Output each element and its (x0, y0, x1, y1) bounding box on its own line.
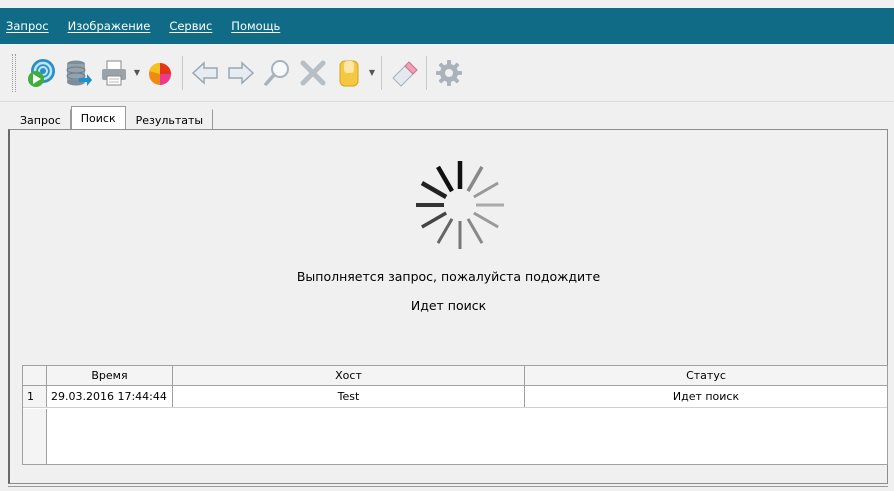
database-icon (66, 60, 92, 86)
toolbar-separator (381, 55, 382, 90)
search-icon (264, 59, 289, 86)
run-query-icon (28, 58, 55, 87)
tab-search[interactable]: Поиск (70, 106, 126, 130)
toolbar-grip[interactable] (12, 53, 16, 92)
row-number-header (23, 366, 47, 385)
menu-query[interactable]: Запрос (6, 19, 49, 33)
database-button[interactable] (60, 53, 96, 93)
clipboard-icon (339, 60, 359, 86)
back-button[interactable] (187, 53, 223, 93)
eraser-button[interactable] (386, 53, 422, 93)
tab-query[interactable]: Запрос (10, 109, 71, 130)
print-icon (102, 60, 126, 85)
find-button[interactable] (259, 53, 295, 93)
clipboard-button[interactable] (331, 53, 367, 93)
eraser-icon (392, 60, 418, 87)
cell-status: Идет поиск (672, 390, 740, 403)
status-message: Выполняется запрос, пожалуйста подождите (296, 269, 601, 284)
print-dropdown-arrow[interactable]: ▼ (132, 53, 142, 93)
search-panel: Выполняется запрос, пожалуйста подождите… (8, 129, 888, 484)
gear-icon (436, 59, 462, 86)
forward-arrow-icon (228, 60, 255, 85)
settings-button[interactable] (431, 53, 467, 93)
toolbar: ▼ ▼ (0, 44, 894, 102)
menu-image[interactable]: Изображение (68, 19, 151, 33)
forward-button[interactable] (223, 53, 259, 93)
cell-host: Test (173, 386, 525, 407)
tab-strip: Запрос Поиск Результаты (10, 106, 214, 130)
menu-bar: Запрос Изображение Сервис Помощь (0, 8, 894, 44)
column-header-status[interactable]: Статус (525, 366, 887, 385)
table-row[interactable]: 1 29.03.2016 17:44:44 Test Идет поиск (23, 386, 887, 408)
tab-results[interactable]: Результаты (126, 109, 214, 130)
table-header: Время Хост Статус (23, 366, 887, 386)
row-header-fill (23, 409, 47, 464)
cell-time: 29.03.2016 17:44:44 (47, 386, 173, 407)
status-state: Идет поиск (410, 298, 487, 313)
column-header-host[interactable]: Хост (173, 366, 525, 385)
column-header-time[interactable]: Время (47, 366, 173, 385)
results-table[interactable]: Время Хост Статус 1 29.03.2016 17:44:44 … (22, 365, 888, 465)
toolbar-separator (426, 55, 427, 90)
chart-button[interactable] (142, 53, 178, 93)
back-arrow-icon (191, 60, 218, 85)
stop-button[interactable] (295, 53, 331, 93)
run-query-button[interactable] (24, 53, 60, 93)
row-number: 1 (23, 386, 47, 407)
toolbar-separator (182, 55, 183, 90)
pie-chart-icon (149, 62, 171, 85)
window-bottom-border (8, 486, 888, 487)
menu-help[interactable]: Помощь (231, 19, 280, 33)
menu-service[interactable]: Сервис (169, 19, 212, 33)
loading-spinner-icon (416, 161, 504, 249)
clipboard-dropdown-arrow[interactable]: ▼ (367, 53, 377, 93)
print-button[interactable] (96, 53, 132, 93)
close-icon (300, 60, 326, 85)
